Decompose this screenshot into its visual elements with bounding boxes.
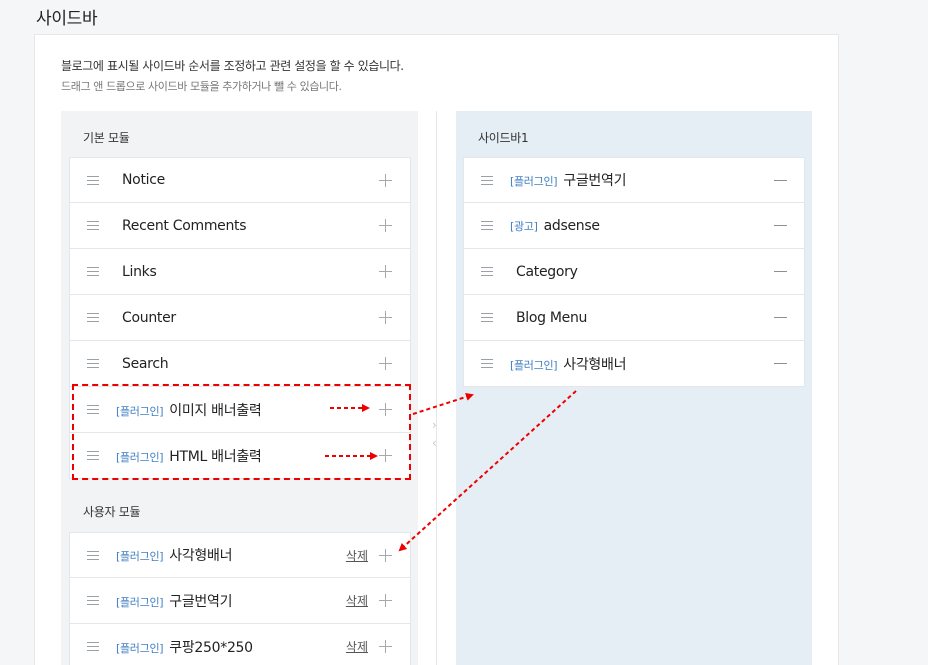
module-item-search[interactable]: Search	[69, 341, 411, 387]
module-label: 사각형배너	[563, 356, 627, 373]
module-item-counter[interactable]: Counter	[69, 295, 411, 341]
plus-icon[interactable]	[379, 311, 392, 324]
minus-icon[interactable]	[774, 317, 787, 318]
module-item-links[interactable]: Links	[69, 249, 411, 295]
module-label: HTML 배너출력	[169, 448, 262, 465]
module-item-square-banner[interactable]: [플러그인] 사각형배너 삭제	[69, 532, 411, 578]
plus-icon[interactable]	[379, 265, 392, 278]
module-label: 쿠팡250*250	[169, 639, 253, 656]
sidebar1-list: [플러그인] 구글번역기 [광고] adsense Category Blog Me…	[463, 157, 805, 387]
module-label: Recent Comments	[122, 217, 247, 234]
drag-handle-icon[interactable]	[87, 596, 99, 605]
basic-modules-heading: 기본 모듈	[83, 131, 130, 145]
sidebar-item-square-banner[interactable]: [플러그인] 사각형배너	[463, 341, 805, 387]
plus-icon[interactable]	[379, 403, 392, 416]
plugin-tag: [플러그인]	[510, 358, 558, 372]
plugin-tag: [플러그인]	[116, 641, 164, 655]
drag-handle-icon[interactable]	[87, 405, 99, 414]
module-label: 이미지 배너출력	[169, 402, 262, 419]
minus-icon[interactable]	[774, 225, 787, 226]
plus-icon[interactable]	[379, 174, 392, 187]
minus-icon[interactable]	[774, 180, 787, 181]
module-item-coupang[interactable]: [플러그인] 쿠팡250*250 삭제	[69, 624, 411, 665]
drag-handle-icon[interactable]	[481, 267, 493, 276]
module-item-image-banner[interactable]: [플러그인] 이미지 배너출력	[69, 387, 411, 433]
drag-handle-icon[interactable]	[87, 642, 99, 651]
drag-handle-icon[interactable]	[481, 359, 493, 368]
drag-handle-icon[interactable]	[87, 451, 99, 460]
drag-handle-icon[interactable]	[87, 313, 99, 322]
module-label: Blog Menu	[516, 309, 588, 326]
module-label: 구글번역기	[563, 173, 627, 189]
drag-handle-icon[interactable]	[481, 176, 493, 185]
chevron-left-icon: ‹	[432, 436, 437, 450]
sidebar-item-google-translate[interactable]: [플러그인] 구글번역기	[463, 157, 805, 203]
chevron-right-icon: ›	[432, 418, 437, 432]
sidebar-item-category[interactable]: Category	[463, 249, 805, 295]
drag-handle-icon[interactable]	[87, 551, 99, 560]
delete-link[interactable]: 삭제	[346, 638, 368, 655]
description-line-1: 블로그에 표시될 사이드바 순서를 조정하고 관련 설정을 할 수 있습니다.	[61, 59, 404, 73]
sidebar-item-adsense[interactable]: [광고] adsense	[463, 203, 805, 249]
panel-divider	[436, 111, 437, 665]
description-line-2: 드래그 앤 드롭으로 사이드바 모듈을 추가하거나 뺄 수 있습니다.	[61, 80, 342, 93]
delete-link[interactable]: 삭제	[346, 592, 368, 609]
module-item-recent-comments[interactable]: Recent Comments	[69, 203, 411, 249]
plugin-tag: [플러그인]	[116, 450, 164, 464]
drag-handle-icon[interactable]	[87, 176, 99, 185]
plugin-tag: [플러그인]	[116, 595, 164, 609]
plus-icon[interactable]	[379, 449, 392, 462]
module-label: 사각형배너	[169, 548, 233, 564]
module-label: Search	[122, 355, 169, 372]
page-title: 사이드바	[36, 9, 98, 29]
delete-link[interactable]: 삭제	[346, 547, 368, 564]
drag-handle-icon[interactable]	[87, 267, 99, 276]
module-label: Links	[122, 263, 157, 280]
user-modules-heading: 사용자 모듈	[83, 505, 141, 519]
sidebar-item-blog-menu[interactable]: Blog Menu	[463, 295, 805, 341]
sidebar1-heading: 사이드바1	[478, 131, 529, 145]
plus-icon[interactable]	[379, 219, 392, 232]
module-item-notice[interactable]: Notice	[69, 157, 411, 203]
drag-handle-icon[interactable]	[481, 313, 493, 322]
module-label: 구글번역기	[169, 593, 233, 610]
drag-handle-icon[interactable]	[87, 221, 99, 230]
plugin-tag: [플러그인]	[116, 404, 164, 418]
module-label: Counter	[122, 309, 176, 326]
plus-icon[interactable]	[379, 357, 392, 370]
minus-icon[interactable]	[774, 271, 787, 272]
basic-modules-list: Notice Recent Comments Links Counter Sea…	[69, 157, 411, 479]
plus-icon[interactable]	[379, 549, 392, 562]
module-label: Category	[516, 263, 578, 280]
module-item-html-banner[interactable]: [플러그인] HTML 배너출력	[69, 433, 411, 479]
plugin-tag: [플러그인]	[116, 550, 164, 563]
drag-handle-icon[interactable]	[481, 221, 493, 230]
drag-handle-icon[interactable]	[87, 359, 99, 368]
minus-icon[interactable]	[774, 363, 787, 364]
module-label: adsense	[543, 217, 600, 234]
plugin-tag: [플러그인]	[510, 175, 558, 188]
module-label: Notice	[122, 172, 165, 188]
plus-icon[interactable]	[379, 640, 392, 653]
plus-icon[interactable]	[379, 594, 392, 607]
ad-tag: [광고]	[510, 219, 538, 233]
user-modules-list: [플러그인] 사각형배너 삭제 [플러그인] 구글번역기 삭제 [플러그인] 쿠팡25…	[69, 532, 411, 665]
module-item-google-translate[interactable]: [플러그인] 구글번역기 삭제	[69, 578, 411, 624]
